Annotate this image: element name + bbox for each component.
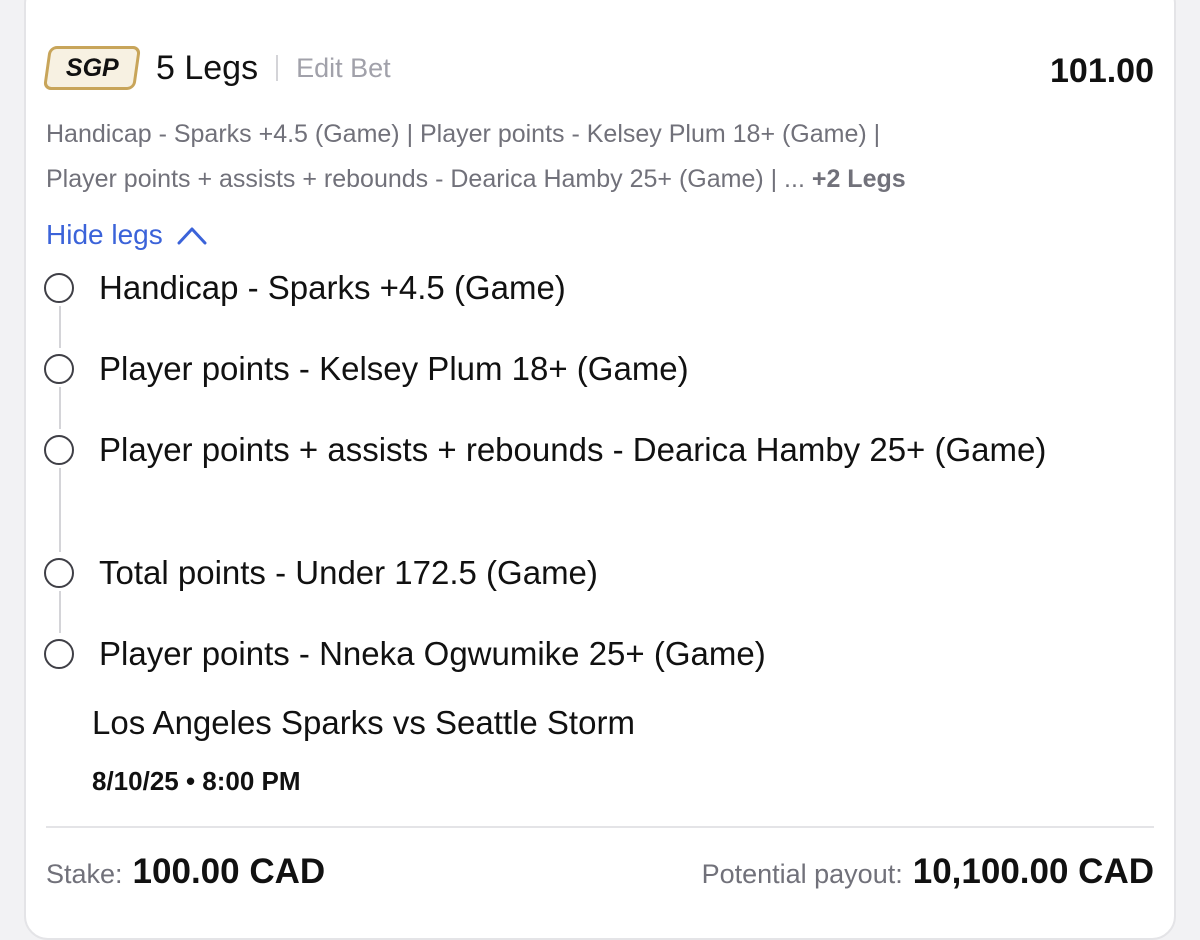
chevron-up-icon: [177, 227, 207, 245]
payout-label: Potential payout:: [701, 859, 903, 889]
leg-label: Player points + assists + rebounds - Dea…: [99, 431, 1047, 468]
leg-status-circle-icon: [44, 354, 74, 384]
leg-label: Player points - Kelsey Plum 18+ (Game): [99, 350, 689, 387]
hide-legs-label: Hide legs: [46, 219, 163, 250]
leg-item: Player points - Nneka Ogwumike 25+ (Game…: [44, 632, 1109, 675]
leg-item: Total points - Under 172.5 (Game): [44, 551, 1109, 594]
more-legs-count: +2 Legs: [811, 165, 906, 193]
leg-label: Player points - Nneka Ogwumike 25+ (Game…: [99, 635, 766, 672]
leg-item: Handicap - Sparks +4.5 (Game): [44, 266, 1109, 309]
summary-line-2: Player points + assists + rebounds - Dea…: [46, 157, 1154, 202]
stake-label: Stake:: [46, 859, 123, 889]
leg-status-circle-icon: [44, 639, 74, 669]
header-divider: [276, 55, 279, 81]
sgp-badge-label: SGP: [65, 53, 119, 82]
leg-status-circle-icon: [44, 273, 74, 303]
payout-group: Potential payout: 10,100.00 CAD: [702, 852, 1154, 892]
leg-status-circle-icon: [44, 558, 74, 588]
stake-group: Stake: 100.00 CAD: [46, 852, 325, 892]
leg-item: Player points + assists + rebounds - Dea…: [44, 428, 1109, 471]
leg-status-circle-icon: [44, 435, 74, 465]
leg-item: Player points - Kelsey Plum 18+ (Game): [44, 347, 1109, 390]
leg-connector: [59, 591, 61, 633]
leg-label: Handicap - Sparks +4.5 (Game): [99, 269, 566, 306]
leg-label: Total points - Under 172.5 (Game): [99, 554, 598, 591]
bet-header: SGP 5 Legs Edit Bet: [42, 46, 391, 90]
payout-value: 10,100.00 CAD: [912, 852, 1154, 891]
event-matchup: Los Angeles Sparks vs Seattle Storm: [92, 704, 635, 741]
bet-footer: Stake: 100.00 CAD Potential payout: 10,100…: [46, 852, 1154, 896]
edit-bet-button[interactable]: Edit Bet: [296, 53, 391, 84]
summary-line-1: Handicap - Sparks +4.5 (Game) | Player p…: [46, 120, 881, 148]
event-datetime: 8/10/25 • 8:00 PM: [92, 766, 301, 796]
legs-summary: Handicap - Sparks +4.5 (Game) | Player p…: [46, 112, 1154, 202]
legs-count: 5 Legs: [156, 48, 259, 87]
sgp-badge: SGP: [42, 46, 142, 90]
summary-line-2-text: Player points + assists + rebounds - Dea…: [46, 165, 812, 193]
stake-value: 100.00 CAD: [132, 852, 326, 891]
bet-odds: 101.00: [1050, 52, 1154, 90]
leg-connector: [59, 387, 61, 429]
footer-divider: [46, 826, 1154, 828]
hide-legs-toggle[interactable]: Hide legs: [46, 219, 207, 251]
leg-connector: [59, 306, 61, 348]
leg-connector: [59, 468, 61, 552]
